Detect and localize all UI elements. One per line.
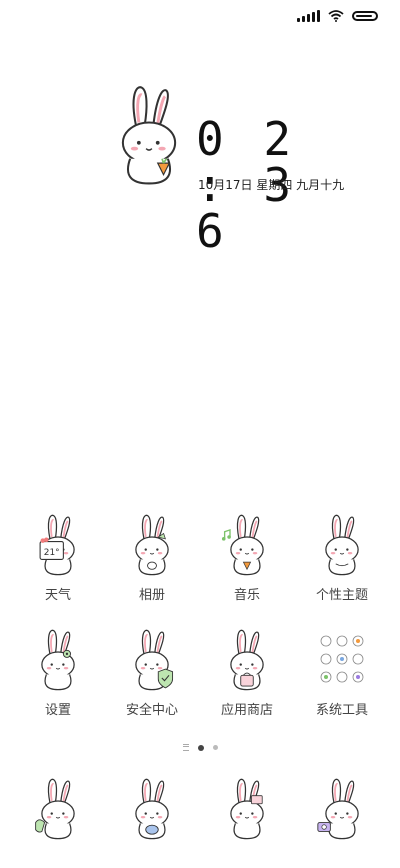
gallery-bunny-icon xyxy=(122,512,182,580)
wifi-icon xyxy=(328,10,344,22)
app-store-bunny-icon xyxy=(217,627,277,695)
app-store[interactable]: 应用商店 xyxy=(207,627,287,719)
app-label: 应用商店 xyxy=(220,703,273,718)
dock-messages[interactable] xyxy=(112,776,192,868)
app-settings[interactable]: 设置 xyxy=(18,627,98,719)
page-dot xyxy=(212,745,218,750)
security-bunny-icon xyxy=(122,627,182,695)
app-label: 设置 xyxy=(44,703,71,718)
camera-bunny-icon xyxy=(312,776,372,844)
weather-bunny-icon: 21° xyxy=(28,512,88,580)
app-weather[interactable]: 21° 天气 xyxy=(18,512,98,604)
settings-bunny-icon xyxy=(28,627,88,695)
dock-browser[interactable] xyxy=(207,776,287,868)
page-menu-indicator xyxy=(182,744,189,751)
app-system-tools[interactable]: 系统工具 xyxy=(302,627,382,719)
messages-bunny-icon xyxy=(122,776,182,844)
clock-date: 10月17日 星期四 九月十九 xyxy=(198,178,345,192)
app-music[interactable]: 音乐 xyxy=(207,512,287,604)
page-dot-active xyxy=(197,744,204,751)
clock-widget[interactable]: 0 2 : 3 6 10月17日 星期四 九月十九 xyxy=(104,72,364,254)
app-label: 系统工具 xyxy=(315,703,368,718)
page-indicator[interactable] xyxy=(0,744,400,751)
browser-bunny-icon xyxy=(217,776,277,844)
themes-bunny-icon xyxy=(312,512,372,580)
phone-bunny-icon xyxy=(28,776,88,844)
battery-icon xyxy=(352,11,378,21)
music-bunny-icon xyxy=(217,512,277,580)
app-themes[interactable]: 个性主题 xyxy=(302,512,382,604)
app-label: 音乐 xyxy=(233,588,260,603)
app-security[interactable]: 安全中心 xyxy=(112,627,192,719)
app-label: 安全中心 xyxy=(125,703,178,718)
dock-camera[interactable] xyxy=(302,776,382,868)
cellular-signal-icon xyxy=(297,10,320,22)
app-gallery[interactable]: 相册 xyxy=(112,512,192,604)
dock xyxy=(0,776,400,866)
dock-phone[interactable] xyxy=(18,776,98,868)
app-label: 天气 xyxy=(44,588,71,603)
app-label: 相册 xyxy=(138,588,165,603)
weather-temp: 21° xyxy=(44,548,60,558)
status-bar xyxy=(0,0,400,36)
app-label: 个性主题 xyxy=(315,588,368,603)
clock-bunny-icon xyxy=(121,85,177,185)
system-tools-folder-icon xyxy=(312,627,372,695)
